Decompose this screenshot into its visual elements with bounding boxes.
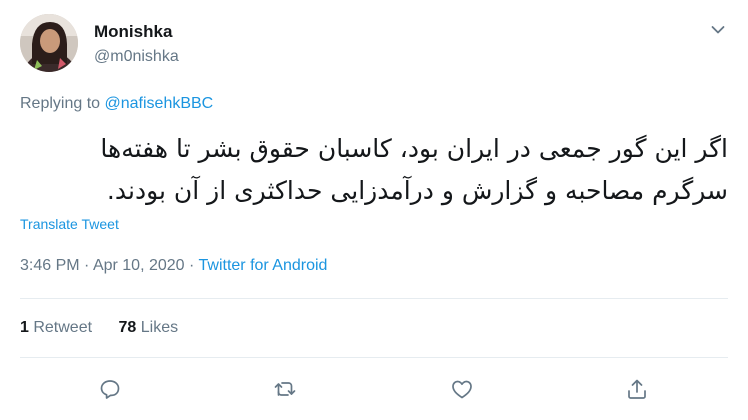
tweet-time[interactable]: 3:46 PM: [20, 257, 80, 274]
meta-separator-2: ·: [184, 257, 199, 274]
likes-label: Likes: [136, 319, 179, 336]
tweet-stats: 1 Retweet 78 Likes: [20, 318, 178, 338]
display-name[interactable]: Monishka: [94, 22, 179, 42]
divider-bottom: [20, 357, 728, 358]
reply-button[interactable]: [93, 372, 127, 406]
reply-handle-link[interactable]: @nafisehkBBC: [105, 95, 214, 112]
tweet-date[interactable]: Apr 10, 2020: [93, 257, 185, 274]
user-handle[interactable]: @m0nishka: [94, 46, 179, 68]
translate-tweet-link[interactable]: Translate Tweet: [20, 216, 119, 232]
tweet-card: Monishka @m0nishka Replying to @nafisehk…: [0, 0, 748, 420]
avatar-image: [20, 14, 78, 72]
tweet-header: Monishka @m0nishka: [20, 14, 734, 74]
retweet-icon: [274, 382, 296, 396]
replying-to-label: Replying to: [20, 95, 105, 112]
tweet-meta: 3:46 PM · Apr 10, 2020 · Twitter for And…: [20, 256, 327, 276]
likes-count: 78: [118, 319, 137, 336]
reply-icon: [100, 380, 120, 399]
retweet-button[interactable]: [268, 372, 302, 406]
divider-top: [20, 298, 728, 299]
like-button[interactable]: [445, 372, 479, 406]
share-icon: [628, 379, 646, 399]
retweets-stat[interactable]: 1 Retweet: [20, 318, 92, 338]
heart-icon: [452, 380, 472, 399]
retweets-count: 1: [20, 319, 29, 336]
chevron-down-icon: [711, 26, 725, 34]
retweets-label: Retweet: [28, 319, 93, 336]
user-block: Monishka @m0nishka: [94, 22, 179, 68]
avatar[interactable]: [20, 14, 78, 72]
tweet-source-link[interactable]: Twitter for Android: [199, 257, 328, 274]
more-options-button[interactable]: [706, 18, 730, 42]
meta-separator: ·: [79, 257, 93, 274]
share-button[interactable]: [620, 372, 654, 406]
tweet-text: اگر این گور جمعی در ایران بود، کاسبان حق…: [100, 134, 728, 205]
tweet-actions: [20, 372, 728, 406]
likes-stat[interactable]: 78 Likes: [119, 318, 179, 338]
replying-to: Replying to @nafisehkBBC: [20, 94, 213, 114]
